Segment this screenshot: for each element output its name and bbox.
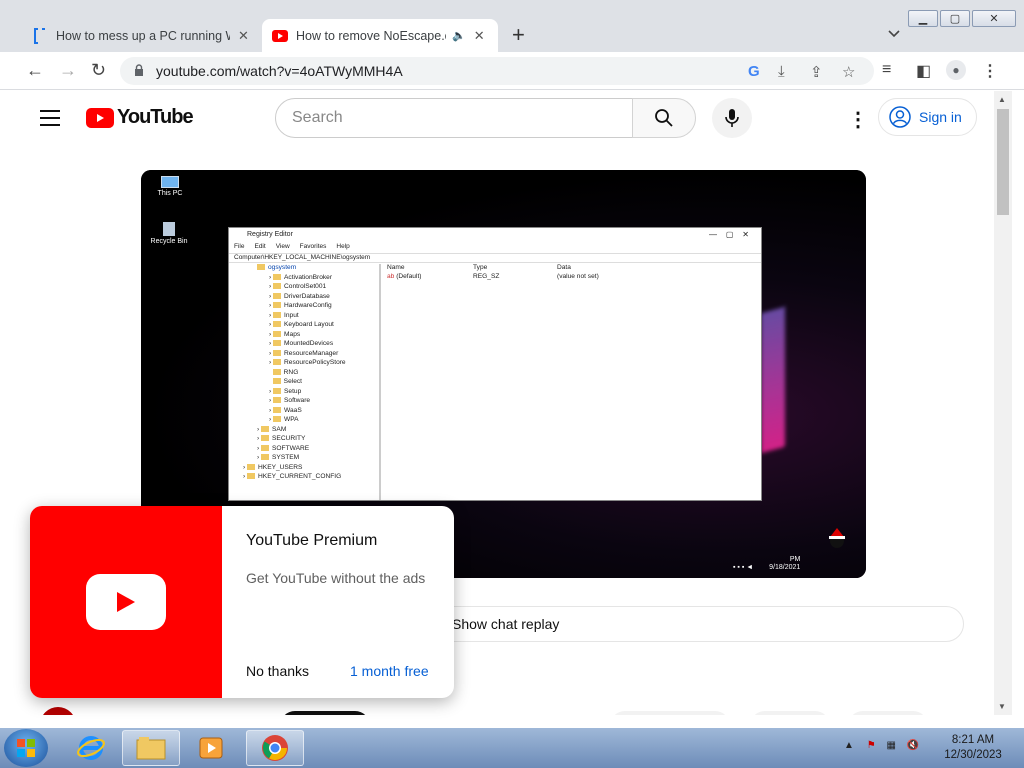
show-chat-replay-button[interactable]: Show chat replay <box>430 606 964 642</box>
new-tab-button[interactable]: + <box>512 24 525 46</box>
santa-hat-character-icon <box>825 525 849 549</box>
chrome-menu-icon[interactable]: ⋮ <box>982 61 998 81</box>
taskbar-clock[interactable]: 8:21 AM 12/30/2023 <box>938 733 1008 763</box>
action-center-flag-icon[interactable]: ⚑ <box>867 740 876 751</box>
share-icon[interactable]: ⇪ <box>810 63 823 81</box>
clock-time: 8:21 AM <box>951 734 995 746</box>
lock-icon <box>135 64 143 76</box>
bookmark-star-icon[interactable]: ☆ <box>842 63 855 81</box>
channel-row-peek <box>40 703 994 715</box>
start-button[interactable] <box>4 729 48 767</box>
maximize-button[interactable]: ▢ <box>940 10 970 27</box>
sign-in-button[interactable]: Sign in <box>878 98 977 136</box>
this-pc-desktop-icon: This PC <box>145 176 195 197</box>
wallpaper-light-streak <box>761 306 785 454</box>
profile-avatar-icon[interactable]: ● <box>946 60 966 80</box>
windows-logo-icon <box>17 739 35 757</box>
hamburger-menu-icon[interactable] <box>40 110 60 131</box>
back-button[interactable]: ← <box>26 60 44 80</box>
reload-button[interactable]: ↻ <box>91 60 106 80</box>
media-player-icon[interactable] <box>182 730 240 766</box>
account-circle-icon <box>889 106 911 128</box>
no-thanks-button[interactable]: No thanks <box>246 663 309 679</box>
install-app-icon[interactable]: ⤓ <box>778 63 785 80</box>
doc-bracket-icon <box>32 27 48 44</box>
media-control-icon[interactable]: ≡ <box>882 61 891 79</box>
channel-avatar[interactable] <box>40 707 76 715</box>
tab-search-chevron-icon[interactable] <box>888 27 900 41</box>
scroll-up-arrow-icon[interactable]: ▲ <box>998 95 1006 104</box>
address-bar[interactable]: youtube.com/watch?v=4oATWyMMH4A G ⤓ ⇪ ☆ <box>120 57 874 85</box>
close-tab-icon[interactable]: ✕ <box>474 28 485 44</box>
url-text: youtube.com/watch?v=4oATWyMMH4A <box>156 63 403 79</box>
windows-taskbar: ▲ ⚑ ▦ 🔇 8:21 AM 12/30/2023 <box>0 728 1024 768</box>
action-chip[interactable] <box>750 711 830 715</box>
volume-muted-icon[interactable]: 🔇 <box>907 740 919 751</box>
chrome-icon[interactable] <box>246 730 304 766</box>
scroll-down-arrow-icon[interactable]: ▼ <box>998 702 1006 711</box>
regedit-tree: ogsystem › ActivationBroker › ControlSet… <box>229 264 381 500</box>
video-taskbar-clock: ▪ ▪ ▪ ◄ PM 9/18/2021 <box>733 556 801 571</box>
browser-toolbar: ← → ↻ youtube.com/watch?v=4oATWyMMH4A G … <box>0 52 1024 90</box>
premium-subtitle: Get YouTube without the ads <box>246 570 426 586</box>
subscribe-button[interactable] <box>280 711 370 715</box>
side-panel-icon[interactable]: ◧ <box>916 61 931 81</box>
search-icon <box>655 109 673 127</box>
action-chip[interactable] <box>610 711 730 715</box>
system-tray: ▲ ⚑ ▦ 🔇 <box>844 740 919 751</box>
registry-editor-window: Registry Editor — ▢ ✕ File Edit View Favori… <box>228 227 762 501</box>
close-tab-icon[interactable]: ✕ <box>238 28 249 44</box>
regedit-values-pane: Name Type Data ab (Default) REG_SZ (valu… <box>387 264 599 280</box>
browser-titlebar: How to mess up a PC running W ✕ How to r… <box>0 0 1024 52</box>
regedit-titlebar: Registry Editor — ▢ ✕ <box>229 228 761 243</box>
youtube-icon <box>272 28 288 44</box>
youtube-play-logo-icon <box>86 574 166 630</box>
close-window-button[interactable]: ✕ <box>972 10 1016 27</box>
forward-button[interactable]: → <box>59 60 77 80</box>
microphone-icon <box>725 109 739 127</box>
clock-date: 12/30/2023 <box>944 749 1002 761</box>
tab-title: How to remove NoEscape.ex <box>296 28 446 43</box>
tab-title: How to mess up a PC running W <box>56 28 230 43</box>
show-hidden-icons-arrow-icon[interactable]: ▲ <box>844 740 854 751</box>
youtube-logo[interactable]: YouTube <box>86 106 194 129</box>
search-button[interactable] <box>632 98 696 138</box>
settings-menu-icon[interactable]: ⋮ <box>848 107 868 132</box>
voice-search-button[interactable] <box>712 98 752 138</box>
youtube-logo-text: YouTube <box>117 106 194 128</box>
chat-replay-label: Show chat replay <box>452 616 560 632</box>
tab-how-to-mess-up[interactable]: How to mess up a PC running W ✕ <box>22 19 260 52</box>
regedit-address: Computer\HKEY_LOCAL_MACHINE\ogsystem <box>229 253 761 263</box>
youtube-premium-popup: YouTube Premium Get YouTube without the … <box>30 506 454 698</box>
one-month-free-button[interactable]: 1 month free <box>350 663 429 679</box>
audio-playing-icon[interactable]: 🔈 <box>452 29 466 42</box>
google-translate-icon[interactable]: G <box>748 63 760 80</box>
recycle-bin-desktop-icon: Recycle Bin <box>144 222 194 245</box>
action-chip[interactable] <box>848 711 928 715</box>
page-scrollbar[interactable]: ▲ ▼ <box>994 91 1012 715</box>
network-icon[interactable]: ▦ <box>886 740 895 751</box>
minimize-button[interactable]: ▁ <box>908 10 938 27</box>
search-input[interactable]: Search <box>275 98 633 138</box>
tab-how-to-remove-noescape[interactable]: How to remove NoEscape.ex 🔈 ✕ <box>262 19 498 52</box>
file-explorer-icon[interactable] <box>122 730 180 766</box>
premium-title: YouTube Premium <box>246 532 378 549</box>
internet-explorer-icon[interactable] <box>62 730 120 766</box>
premium-banner <box>30 506 222 698</box>
scrollbar-thumb[interactable] <box>997 109 1009 215</box>
sign-in-label: Sign in <box>919 109 962 125</box>
regedit-menu: File Edit View Favorites Help <box>234 243 350 250</box>
